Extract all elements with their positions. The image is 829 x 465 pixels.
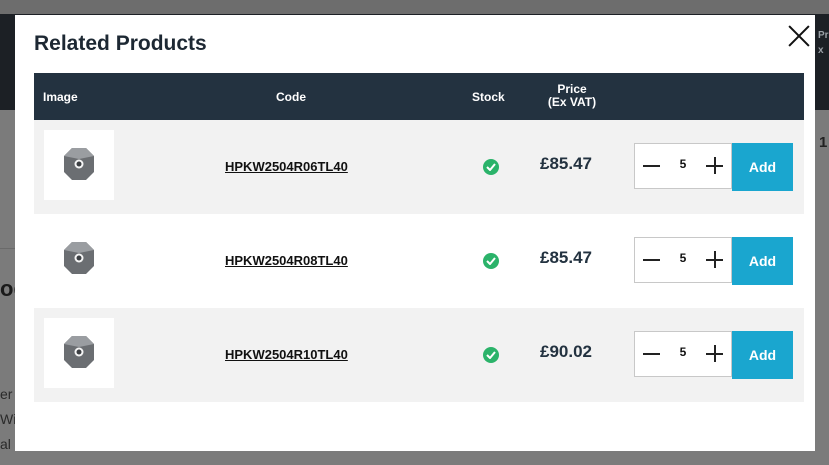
product-image[interactable] (44, 224, 114, 294)
quantity-stepper (634, 143, 732, 189)
column-header-code: Code (276, 90, 306, 104)
product-price: £90.02 (540, 342, 592, 361)
in-stock-icon (483, 347, 499, 363)
plus-icon[interactable] (706, 345, 724, 363)
quantity-input[interactable] (673, 157, 693, 171)
background-top-strip (0, 0, 829, 14)
add-button[interactable]: Add (732, 237, 793, 285)
table-row: HPKW2504R08TL40 £85.47 Add (34, 214, 804, 308)
minus-icon[interactable] (643, 157, 661, 175)
product-insert-icon (64, 336, 94, 368)
product-insert-icon (64, 242, 94, 274)
close-icon[interactable] (787, 24, 811, 48)
table-row: HPKW2504R10TL40 £90.02 Add (34, 308, 804, 402)
add-button[interactable]: Add (732, 331, 793, 379)
table-row: HPKW2504R06TL40 £85.47 Add (34, 120, 804, 214)
column-header-image: Image (43, 90, 78, 104)
product-price: £85.47 (540, 154, 592, 173)
minus-icon[interactable] (643, 251, 661, 269)
background-number: 1 (819, 134, 828, 151)
product-code-link[interactable]: HPKW2504R10TL40 (225, 347, 348, 362)
quantity-input[interactable] (673, 345, 693, 359)
related-products-modal: Related Products Image Code Stock Price … (15, 15, 815, 451)
in-stock-icon (483, 159, 499, 175)
quantity-stepper (634, 237, 732, 283)
checkmark-icon (486, 257, 496, 265)
checkmark-icon (486, 163, 496, 171)
plus-icon[interactable] (706, 157, 724, 175)
product-insert-icon (64, 148, 94, 180)
in-stock-icon (483, 253, 499, 269)
plus-icon[interactable] (706, 251, 724, 269)
product-price: £85.47 (540, 248, 592, 267)
product-image[interactable] (44, 130, 114, 200)
modal-title: Related Products (34, 32, 207, 55)
column-header-stock: Stock (472, 90, 505, 104)
product-code-link[interactable]: HPKW2504R06TL40 (225, 159, 348, 174)
minus-icon[interactable] (643, 345, 661, 363)
background-text: Wi (0, 411, 17, 427)
quantity-input[interactable] (673, 251, 693, 265)
checkmark-icon (486, 351, 496, 359)
add-button[interactable]: Add (732, 143, 793, 191)
table-header: Image Code Stock Price (Ex VAT) (34, 73, 804, 120)
product-image[interactable] (44, 318, 114, 388)
product-code-link[interactable]: HPKW2504R08TL40 (225, 253, 348, 268)
column-header-price: Price (Ex VAT) (547, 82, 597, 109)
background-divider (0, 248, 15, 249)
background-header-text: Pr x (818, 30, 829, 56)
quantity-stepper (634, 331, 732, 377)
products-table: Image Code Stock Price (Ex VAT) HPKW2504… (34, 73, 804, 402)
